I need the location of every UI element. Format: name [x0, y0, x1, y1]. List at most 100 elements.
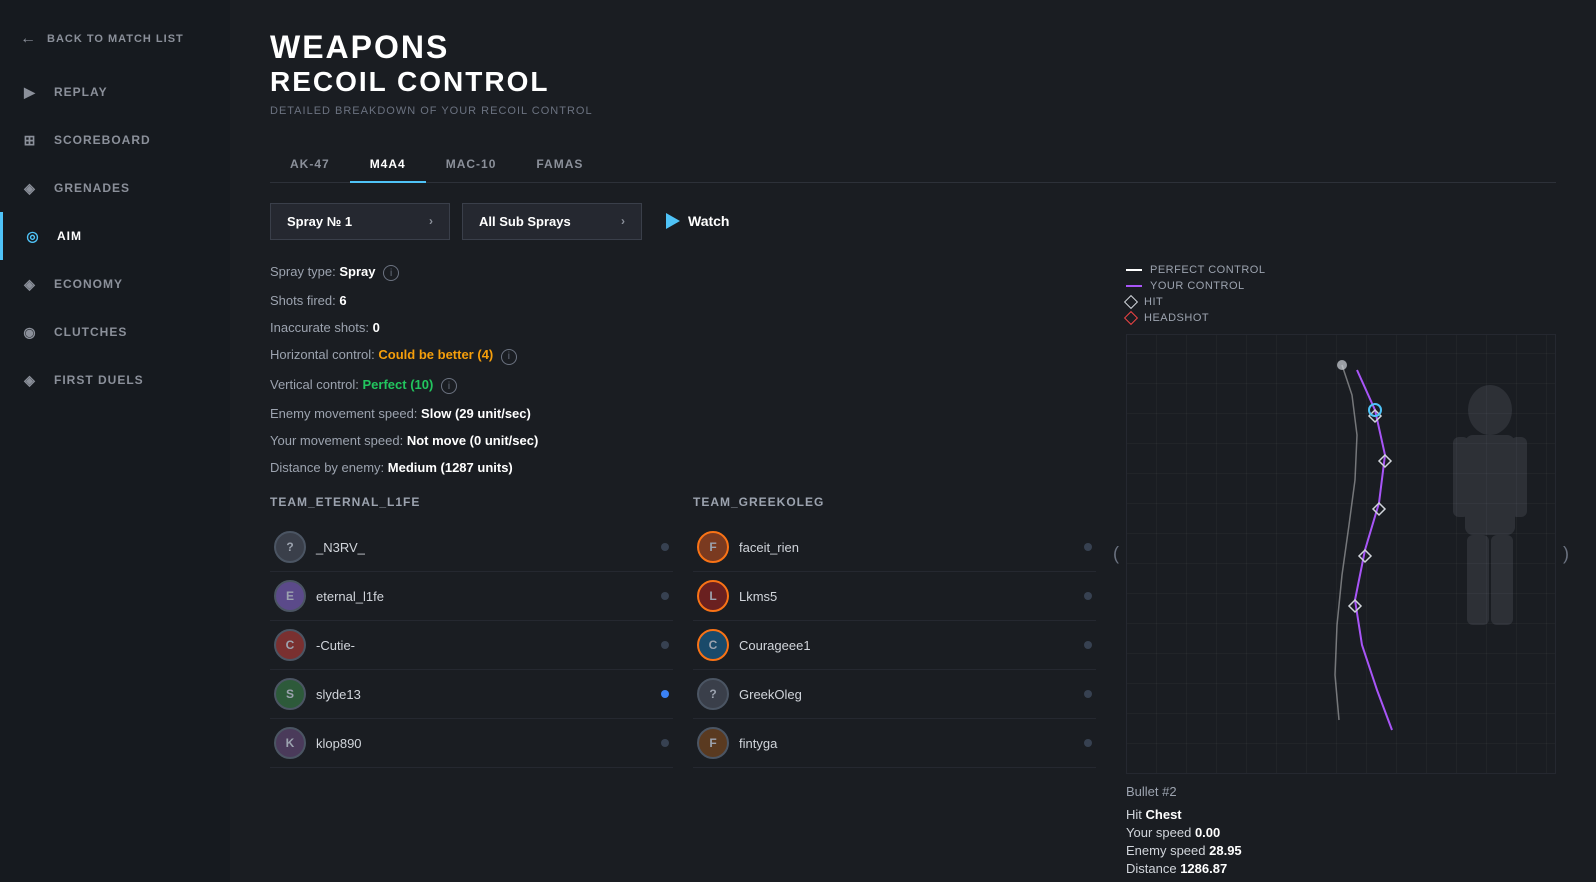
sidebar-item-first-duels[interactable]: ◈ FIRST DUELS	[0, 356, 230, 404]
horizontal-control-stat: Horizontal control: Could be better (4) …	[270, 347, 1096, 365]
tab-m4a4[interactable]: M4A4	[350, 147, 426, 183]
sidebar-item-scoreboard[interactable]: ⊞ SCOREBOARD	[0, 116, 230, 164]
player-name: -Cutie-	[316, 638, 651, 653]
bullet-info: Bullet #2 Hit Chest Your speed 0.00 Enem…	[1126, 784, 1556, 876]
inaccurate-shots-stat: Inaccurate shots: 0	[270, 320, 1096, 335]
page-subtitle: RECOIL CONTROL	[270, 65, 1556, 99]
horizontal-info-icon[interactable]: i	[501, 349, 517, 365]
avatar: C	[274, 629, 306, 661]
team2-title: TEAM_GREEKOLEG	[693, 495, 1096, 509]
aim-icon: ◎	[23, 226, 43, 246]
legend-your: YOUR CONTROL	[1126, 280, 1556, 292]
sidebar-nav: ▶ REPLAY ⊞ SCOREBOARD ◈ GRENADES ◎ AIM ◈…	[0, 68, 230, 404]
grenades-icon: ◈	[20, 178, 40, 198]
spray-type-info-icon[interactable]: i	[383, 265, 399, 281]
main-content: WEAPONS RECOIL CONTROL DETAILED BREAKDOW…	[230, 0, 1596, 882]
first-duels-icon: ◈	[20, 370, 40, 390]
spray-dropdown-arrow: ›	[429, 214, 433, 228]
vertical-control-stat: Vertical control: Perfect (10) i	[270, 377, 1096, 395]
teams-section: TEAM_ETERNAL_L1FE ? _N3RV_ E eternal_l1f…	[270, 495, 1096, 768]
tab-ak47[interactable]: AK-47	[270, 147, 350, 183]
controls-row: Spray № 1 › All Sub Sprays › Watch	[270, 203, 1556, 240]
player-dot	[661, 641, 669, 649]
watch-button[interactable]: Watch	[654, 205, 741, 237]
chart-nav-right-button[interactable]: )	[1563, 543, 1569, 564]
avatar: C	[697, 629, 729, 661]
sub-spray-dropdown[interactable]: All Sub Sprays ›	[462, 203, 642, 240]
avatar: F	[697, 531, 729, 563]
player-dot	[1084, 690, 1092, 698]
player-row: F fintyga	[693, 719, 1096, 768]
player-row: ? GreekOleg	[693, 670, 1096, 719]
chart-area: PERFECT CONTROL YOUR CONTROL HIT HEADSHO…	[1126, 264, 1556, 882]
player-name: fintyga	[739, 736, 1074, 751]
hit-diamond-icon	[1124, 295, 1138, 309]
avatar: E	[274, 580, 306, 612]
tab-famas[interactable]: FAMAS	[516, 147, 603, 183]
tab-mac10[interactable]: MAC-10	[426, 147, 517, 183]
watch-play-icon	[666, 213, 680, 229]
headshot-diamond-icon	[1124, 311, 1138, 325]
silhouette-svg	[1435, 385, 1545, 705]
player-name: eternal_l1fe	[316, 589, 651, 604]
player-dot	[661, 592, 669, 600]
page-header: WEAPONS RECOIL CONTROL DETAILED BREAKDOW…	[270, 30, 1556, 117]
avatar: ?	[697, 678, 729, 710]
sidebar-item-clutches[interactable]: ◉ CLUTCHES	[0, 308, 230, 356]
player-dot	[1084, 592, 1092, 600]
weapon-tabs: AK-47 M4A4 MAC-10 FAMAS	[270, 147, 1556, 183]
avatar: ?	[274, 531, 306, 563]
player-name: slyde13	[316, 687, 651, 702]
clutches-icon: ◉	[20, 322, 40, 342]
perfect-control-line	[1126, 269, 1142, 271]
bullet-hit: Hit Chest	[1126, 807, 1556, 822]
recoil-chart: ( )	[1126, 334, 1556, 774]
back-arrow-icon: ←	[20, 30, 37, 48]
content-left: Spray type: Spray i Shots fired: 6 Inacc…	[270, 264, 1096, 882]
sub-spray-dropdown-arrow: ›	[621, 214, 625, 228]
player-row: ? _N3RV_	[270, 523, 673, 572]
player-name: _N3RV_	[316, 540, 651, 555]
player-dot	[1084, 543, 1092, 551]
player-dot	[1084, 739, 1092, 747]
bullet-your-speed: Your speed 0.00	[1126, 825, 1556, 840]
sidebar-item-aim[interactable]: ◎ AIM	[0, 212, 230, 260]
your-control-line	[1126, 285, 1142, 287]
player-row: C Courageee1	[693, 621, 1096, 670]
page-description: DETAILED BREAKDOWN OF YOUR RECOIL CONTRO…	[270, 105, 1556, 117]
bullet-title: Bullet #2	[1126, 784, 1556, 799]
legend-hit: HIT	[1126, 296, 1556, 308]
player-dot	[661, 543, 669, 551]
avatar: S	[274, 678, 306, 710]
player-row: C -Cutie-	[270, 621, 673, 670]
player-row: K klop890	[270, 719, 673, 768]
bullet-enemy-speed: Enemy speed 28.95	[1126, 843, 1556, 858]
sidebar-item-grenades[interactable]: ◈ GRENADES	[0, 164, 230, 212]
player-name: GreekOleg	[739, 687, 1074, 702]
player-name: klop890	[316, 736, 651, 751]
page-title: WEAPONS	[270, 30, 1556, 65]
economy-icon: ◈	[20, 274, 40, 294]
player-dot-active	[661, 690, 669, 698]
sidebar-item-replay[interactable]: ▶ REPLAY	[0, 68, 230, 116]
sidebar-item-economy[interactable]: ◈ ECONOMY	[0, 260, 230, 308]
player-row: L Lkms5	[693, 572, 1096, 621]
scoreboard-icon: ⊞	[20, 130, 40, 150]
spray-dropdown[interactable]: Spray № 1 ›	[270, 203, 450, 240]
chart-nav-left-button[interactable]: (	[1113, 543, 1119, 564]
avatar: F	[697, 727, 729, 759]
content-body: Spray type: Spray i Shots fired: 6 Inacc…	[270, 264, 1556, 882]
enemy-speed-stat: Enemy movement speed: Slow (29 unit/sec)	[270, 406, 1096, 421]
player-name: faceit_rien	[739, 540, 1074, 555]
vertical-info-icon[interactable]: i	[441, 378, 457, 394]
shots-fired-stat: Shots fired: 6	[270, 293, 1096, 308]
player-row: E eternal_l1fe	[270, 572, 673, 621]
team2-block: TEAM_GREEKOLEG F faceit_rien L Lkms5 C C…	[693, 495, 1096, 768]
player-name: Courageee1	[739, 638, 1074, 653]
legend-headshot: HEADSHOT	[1126, 312, 1556, 324]
enemy-silhouette	[1435, 385, 1545, 705]
legend-perfect: PERFECT CONTROL	[1126, 264, 1556, 276]
back-to-match-button[interactable]: ← BACK TO MATCH LIST	[0, 20, 230, 68]
bullet-distance: Distance 1286.87	[1126, 861, 1556, 876]
player-name: Lkms5	[739, 589, 1074, 604]
